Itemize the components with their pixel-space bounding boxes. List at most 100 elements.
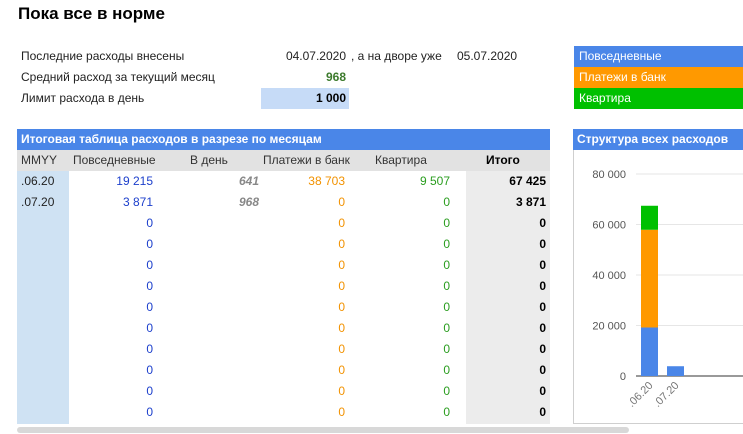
horizontal-scrollbar[interactable] (17, 427, 629, 433)
cell-total[interactable]: 0 (466, 381, 546, 402)
cell-perday[interactable] (200, 318, 259, 339)
cell-bank[interactable]: 0 (265, 360, 345, 381)
legend-flat: Квартира (574, 88, 743, 109)
cell-perday[interactable] (200, 360, 259, 381)
cell-daily[interactable]: 0 (73, 234, 153, 255)
cell-flat[interactable]: 9 507 (370, 171, 450, 192)
daily-limit-value[interactable]: 1 000 (262, 88, 346, 109)
cell-mmyy[interactable] (21, 318, 67, 339)
y-tick-label: 20 000 (592, 321, 626, 333)
cell-perday[interactable] (200, 297, 259, 318)
cell-bank[interactable]: 0 (265, 255, 345, 276)
cell-daily[interactable]: 0 (73, 360, 153, 381)
cell-daily[interactable]: 0 (73, 339, 153, 360)
cell-flat[interactable]: 0 (370, 381, 450, 402)
header-mmyy: MMYY (21, 153, 57, 167)
cell-bank[interactable]: 0 (265, 276, 345, 297)
cell-perday[interactable] (200, 255, 259, 276)
cell-mmyy[interactable] (21, 234, 67, 255)
cell-mmyy[interactable] (21, 381, 67, 402)
bar-segment[interactable] (641, 205, 658, 230)
cell-flat[interactable]: 0 (370, 192, 450, 213)
header-total: Итого (486, 153, 520, 167)
cell-mmyy[interactable]: .07.20 (21, 192, 67, 213)
cell-flat[interactable]: 0 (370, 213, 450, 234)
cell-mmyy[interactable]: .06.20 (21, 171, 67, 192)
cell-flat[interactable]: 0 (370, 276, 450, 297)
cell-perday[interactable] (200, 339, 259, 360)
cell-mmyy[interactable] (21, 213, 67, 234)
bar-segment[interactable] (641, 229, 658, 328)
cell-flat[interactable]: 0 (370, 402, 450, 423)
cell-bank[interactable]: 0 (265, 192, 345, 213)
avg-expense-label: Средний расход за текущий месяц (21, 70, 215, 84)
cell-total[interactable]: 0 (466, 276, 546, 297)
header-daily: Повседневные (73, 153, 156, 167)
cell-total[interactable]: 0 (466, 402, 546, 423)
chart-title: Структура всех расходов (573, 129, 743, 150)
cell-perday[interactable] (200, 402, 259, 423)
cell-bank[interactable]: 38 703 (265, 171, 345, 192)
avg-expense-value[interactable]: 968 (262, 67, 346, 88)
last-expense-date[interactable]: 04.07.2020 (262, 46, 346, 67)
today-label: , а на дворе уже (351, 49, 442, 63)
legend-bank: Платежи в банк (574, 67, 743, 88)
cell-perday[interactable]: 968 (200, 192, 259, 213)
cell-flat[interactable]: 0 (370, 255, 450, 276)
cell-total[interactable]: 3 871 (466, 192, 546, 213)
header-bank: Платежи в банк (263, 153, 350, 167)
cell-daily[interactable]: 0 (73, 255, 153, 276)
cell-bank[interactable]: 0 (265, 381, 345, 402)
cell-daily[interactable]: 0 (73, 381, 153, 402)
cell-perday[interactable] (200, 276, 259, 297)
cell-flat[interactable]: 0 (370, 360, 450, 381)
cell-total[interactable]: 0 (466, 297, 546, 318)
cell-bank[interactable]: 0 (265, 318, 345, 339)
cell-flat[interactable]: 0 (370, 318, 450, 339)
legend-daily: Повседневные (574, 46, 743, 67)
cell-mmyy[interactable] (21, 402, 67, 423)
cell-bank[interactable]: 0 (265, 297, 345, 318)
daily-limit-label: Лимит расхода в день (21, 91, 145, 105)
cell-daily[interactable]: 0 (73, 297, 153, 318)
bar-segment[interactable] (667, 366, 684, 376)
cell-daily[interactable]: 3 871 (73, 192, 153, 213)
cell-daily[interactable]: 0 (73, 318, 153, 339)
chart-area: 0 20 000 40 000 60 000 80 000 .06.20.07.20 (573, 150, 743, 424)
today-date[interactable]: 05.07.2020 (457, 46, 517, 67)
cell-total[interactable]: 0 (466, 318, 546, 339)
cell-daily[interactable]: 0 (73, 213, 153, 234)
header-flat: Квартира (375, 153, 427, 167)
cell-total[interactable]: 0 (466, 360, 546, 381)
cell-perday[interactable] (200, 213, 259, 234)
cell-perday[interactable] (200, 381, 259, 402)
cell-bank[interactable]: 0 (265, 402, 345, 423)
cell-mmyy[interactable] (21, 297, 67, 318)
y-tick-label: 40 000 (592, 270, 626, 282)
cell-bank[interactable]: 0 (265, 234, 345, 255)
bar-segment[interactable] (641, 327, 658, 376)
page-title: Пока все в норме (18, 4, 165, 23)
cell-perday[interactable]: 641 (200, 171, 259, 192)
cell-mmyy[interactable] (21, 360, 67, 381)
cell-bank[interactable]: 0 (265, 339, 345, 360)
cell-flat[interactable]: 0 (370, 234, 450, 255)
y-tick-label: 80 000 (592, 169, 626, 181)
cell-total[interactable]: 0 (466, 234, 546, 255)
cell-mmyy[interactable] (21, 255, 67, 276)
cell-total[interactable]: 0 (466, 213, 546, 234)
cell-daily[interactable]: 0 (73, 276, 153, 297)
cell-daily[interactable]: 19 215 (73, 171, 153, 192)
cell-mmyy[interactable] (21, 339, 67, 360)
cell-perday[interactable] (200, 234, 259, 255)
cell-total[interactable]: 0 (466, 255, 546, 276)
y-tick-label: 0 (620, 371, 626, 383)
cell-mmyy[interactable] (21, 276, 67, 297)
header-perday: В день (190, 153, 228, 167)
cell-bank[interactable]: 0 (265, 213, 345, 234)
cell-flat[interactable]: 0 (370, 297, 450, 318)
cell-total[interactable]: 0 (466, 339, 546, 360)
cell-total[interactable]: 67 425 (466, 171, 546, 192)
cell-daily[interactable]: 0 (73, 402, 153, 423)
cell-flat[interactable]: 0 (370, 339, 450, 360)
